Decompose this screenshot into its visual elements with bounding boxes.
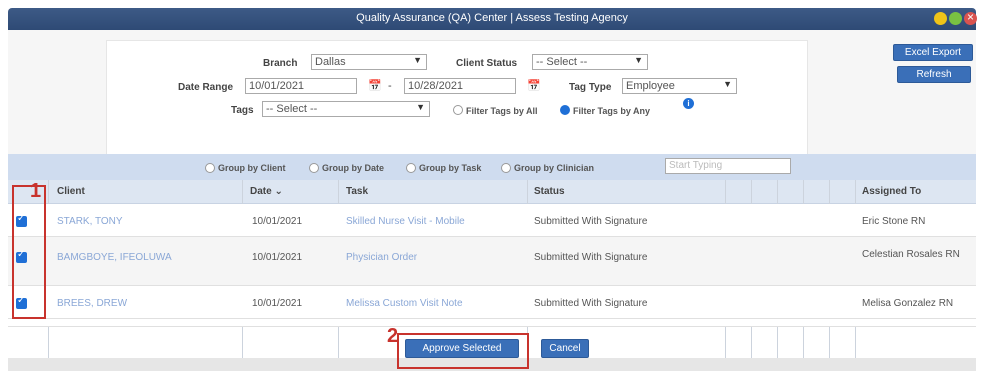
filter-any-radio[interactable]: [560, 105, 570, 115]
date-from-input[interactable]: 10/01/2021: [245, 78, 357, 94]
group-by-client-radio[interactable]: [205, 163, 215, 173]
header-date[interactable]: Date ⌄: [250, 186, 283, 197]
calendar-icon[interactable]: 📅: [368, 79, 382, 92]
cancel-button[interactable]: Cancel: [541, 339, 589, 358]
chevron-down-icon: ▼: [416, 102, 425, 112]
tag-type-label: Tag Type: [569, 82, 612, 93]
maximize-icon[interactable]: [949, 12, 962, 25]
header-assigned[interactable]: Assigned To: [862, 186, 921, 197]
annotation-box-1: [12, 185, 46, 319]
tags-select[interactable]: -- Select -- ▼: [262, 101, 430, 117]
close-icon[interactable]: [964, 10, 977, 25]
tag-type-value: Employee: [626, 80, 675, 92]
table-row[interactable]: [8, 286, 976, 319]
date-to-input[interactable]: 10/28/2021: [404, 78, 516, 94]
group-by-clinician-label: Group by Clinician: [514, 163, 595, 173]
excel-export-button[interactable]: Excel Export: [893, 44, 973, 61]
client-status-label: Client Status: [456, 58, 518, 69]
tags-label: Tags: [231, 105, 254, 116]
date-range-label: Date Range: [178, 82, 234, 93]
row-status: Submitted With Signature: [534, 298, 648, 309]
row-assigned: Celestian Rosales RN: [862, 249, 960, 260]
chevron-down-icon: ▼: [634, 55, 643, 65]
row-date: 10/01/2021: [252, 216, 303, 227]
tag-type-select[interactable]: Employee ▼: [622, 78, 737, 94]
group-by-task-radio[interactable]: [406, 163, 416, 173]
task-link[interactable]: Skilled Nurse Visit - Mobile: [346, 216, 465, 227]
annotation-number-1: 1: [30, 180, 42, 202]
annotation-box-2: [397, 333, 529, 369]
row-assigned: Eric Stone RN: [862, 216, 926, 227]
row-status: Submitted With Signature: [534, 252, 648, 263]
header-status[interactable]: Status: [534, 186, 565, 197]
client-link[interactable]: BAMGBOYE, IFEOLUWA: [57, 252, 172, 263]
date-separator: -: [388, 80, 392, 92]
group-bar: [8, 154, 976, 180]
refresh-button[interactable]: Refresh: [897, 66, 971, 83]
tags-value: -- Select --: [266, 103, 318, 115]
filter-all-label: Filter Tags by All: [466, 106, 538, 116]
table-header: [8, 180, 976, 204]
task-link[interactable]: Melissa Custom Visit Note: [346, 298, 463, 309]
client-status-select[interactable]: -- Select -- ▼: [532, 54, 648, 70]
filter-any-label: Filter Tags by Any: [573, 106, 651, 116]
group-by-client-label: Group by Client: [218, 163, 286, 173]
task-link[interactable]: Physician Order: [346, 252, 417, 263]
client-link[interactable]: BREES, DREW: [57, 298, 127, 309]
group-by-clinician-radio[interactable]: [501, 163, 511, 173]
table-row-partial: [8, 319, 976, 327]
group-by-date-label: Group by Date: [322, 163, 385, 173]
window-titlebar: Quality Assurance (QA) Center | Assess T…: [8, 8, 977, 30]
filter-all-radio[interactable]: [453, 105, 463, 115]
table-row[interactable]: [8, 204, 976, 237]
window-title: Quality Assurance (QA) Center | Assess T…: [356, 12, 628, 24]
group-by-date-radio[interactable]: [309, 163, 319, 173]
minimize-icon[interactable]: [934, 12, 947, 25]
group-by-task-label: Group by Task: [419, 163, 482, 173]
chevron-down-icon: ▼: [723, 79, 732, 89]
group-search-input[interactable]: Start Typing: [665, 158, 791, 174]
row-assigned: Melisa Gonzalez RN: [862, 298, 954, 309]
client-link[interactable]: STARK, TONY: [57, 216, 123, 227]
info-icon[interactable]: i: [683, 98, 694, 109]
chevron-down-icon: ▼: [413, 55, 422, 65]
header-task[interactable]: Task: [346, 186, 368, 197]
branch-label: Branch: [263, 58, 298, 69]
branch-value: Dallas: [315, 56, 346, 68]
row-date: 10/01/2021: [252, 298, 303, 309]
branch-select[interactable]: Dallas ▼: [311, 54, 427, 70]
calendar-icon[interactable]: 📅: [527, 79, 541, 92]
client-status-value: -- Select --: [536, 56, 588, 68]
annotation-number-2: 2: [387, 325, 399, 347]
header-client[interactable]: Client: [57, 186, 85, 197]
row-date: 10/01/2021: [252, 252, 303, 263]
row-status: Submitted With Signature: [534, 216, 648, 227]
